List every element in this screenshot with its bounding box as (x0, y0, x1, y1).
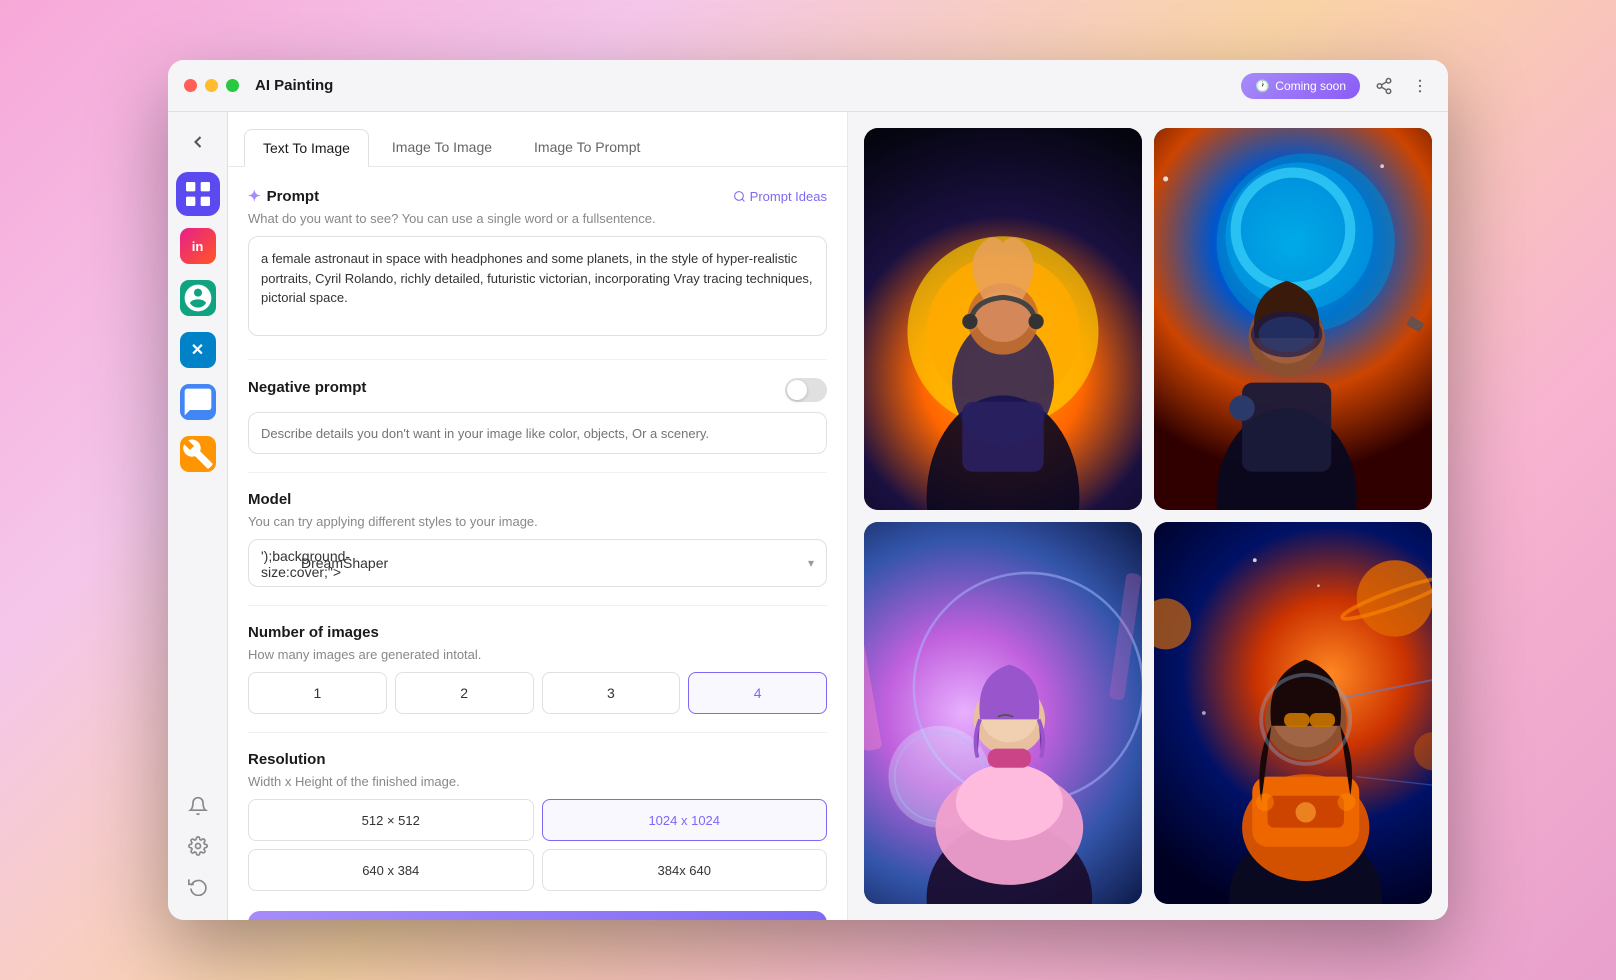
notifications-button[interactable] (184, 792, 212, 820)
right-panel (848, 112, 1448, 920)
image-card-3[interactable] (864, 522, 1142, 904)
num-images-grid: 1 2 3 4 (248, 672, 827, 714)
res-btn-640x384[interactable]: 640 x 384 (248, 849, 534, 891)
prompt-ideas-link[interactable]: Prompt Ideas (733, 189, 827, 204)
refresh-button[interactable] (184, 872, 212, 900)
titlebar-actions: 🕐 Coming soon (1241, 73, 1432, 99)
res-btn-384x640[interactable]: 384x 640 (542, 849, 828, 891)
res-btn-1024[interactable]: 1024 x 1024 (542, 799, 828, 841)
resolution-section: Resolution Width x Height of the finishe… (248, 751, 827, 891)
model-section: Model You can try applying different sty… (248, 491, 827, 587)
negative-prompt-toggle[interactable] (785, 378, 827, 402)
image-card-4[interactable] (1154, 522, 1432, 904)
sidebar-item-tools[interactable] (176, 432, 220, 476)
tab-text-to-image[interactable]: Text To Image (244, 129, 369, 167)
star-icon: ✦ (248, 187, 261, 205)
left-panel: Text To Image Image To Image Image To Pr… (228, 112, 848, 920)
negative-prompt-input[interactable] (248, 412, 827, 454)
clock-icon: 🕐 (1255, 79, 1270, 93)
share-button[interactable] (1372, 74, 1396, 98)
main-layout: in ✕ (168, 112, 1448, 920)
sidebar-top: in ✕ (176, 124, 220, 784)
num-btn-3[interactable]: 3 (542, 672, 681, 714)
tab-image-to-prompt[interactable]: Image To Prompt (515, 128, 659, 166)
resolution-grid: 512 × 512 1024 x 1024 640 x 384 384x 640 (248, 799, 827, 891)
model-dropdown[interactable]: ');background-size:cover;"> DreamShaper … (248, 539, 827, 587)
sidebar-item-chatgpt[interactable] (176, 276, 220, 320)
panel-content: ✦ Prompt Prompt Ideas What do you want t… (228, 167, 847, 920)
image-card-2[interactable] (1154, 128, 1432, 510)
sidebar-item-messages[interactable] (176, 380, 220, 424)
res-btn-512[interactable]: 512 × 512 (248, 799, 534, 841)
tabs-bar: Text To Image Image To Image Image To Pr… (228, 112, 847, 167)
titlebar: AI Painting 🕐 Coming soon (168, 60, 1448, 112)
neg-prompt-label: Negative prompt (248, 379, 366, 396)
close-button[interactable] (184, 79, 197, 92)
tab-image-to-image[interactable]: Image To Image (373, 128, 511, 166)
back-button[interactable] (180, 124, 216, 160)
toggle-knob (787, 380, 807, 400)
prompt-label: ✦ Prompt Prompt Ideas (248, 187, 827, 205)
app-title: AI Painting (255, 77, 333, 94)
neg-prompt-header: Negative prompt (248, 378, 827, 402)
resolution-sublabel: Width x Height of the finished image. (248, 774, 827, 789)
settings-button[interactable] (184, 832, 212, 860)
more-button[interactable] (1408, 74, 1432, 98)
image-card-1[interactable] (864, 128, 1142, 510)
model-name: DreamShaper (301, 555, 798, 571)
model-label: Model (248, 491, 827, 508)
sidebar-item-grid[interactable] (176, 172, 220, 216)
traffic-lights (184, 79, 239, 92)
chevron-down-icon: ▾ (808, 556, 814, 570)
prompt-section: ✦ Prompt Prompt Ideas What do you want t… (248, 187, 827, 341)
resolution-label: Resolution (248, 751, 827, 768)
coming-soon-badge: 🕐 Coming soon (1241, 73, 1360, 99)
app-window: AI Painting 🕐 Coming soon (168, 60, 1448, 920)
num-images-sublabel: How many images are generated intotal. (248, 647, 827, 662)
prompt-textarea[interactable]: a female astronaut in space with headpho… (248, 236, 827, 336)
num-images-label: Number of images (248, 624, 827, 641)
sidebar-item-linkedin[interactable]: in (176, 224, 220, 268)
num-btn-4[interactable]: 4 (688, 672, 827, 714)
model-sublabel: You can try applying different styles to… (248, 514, 827, 529)
minimize-button[interactable] (205, 79, 218, 92)
model-thumbnail: ');background-size:cover;"> (261, 548, 291, 578)
negative-prompt-section: Negative prompt (248, 378, 827, 454)
num-btn-2[interactable]: 2 (395, 672, 534, 714)
generate-button[interactable]: ✦ Generate (248, 911, 827, 920)
num-images-section: Number of images How many images are gen… (248, 624, 827, 714)
sidebar: in ✕ (168, 112, 228, 920)
prompt-sublabel: What do you want to see? You can use a s… (248, 211, 827, 226)
sidebar-bottom (184, 792, 212, 908)
num-btn-1[interactable]: 1 (248, 672, 387, 714)
maximize-button[interactable] (226, 79, 239, 92)
sidebar-item-xero[interactable]: ✕ (176, 328, 220, 372)
